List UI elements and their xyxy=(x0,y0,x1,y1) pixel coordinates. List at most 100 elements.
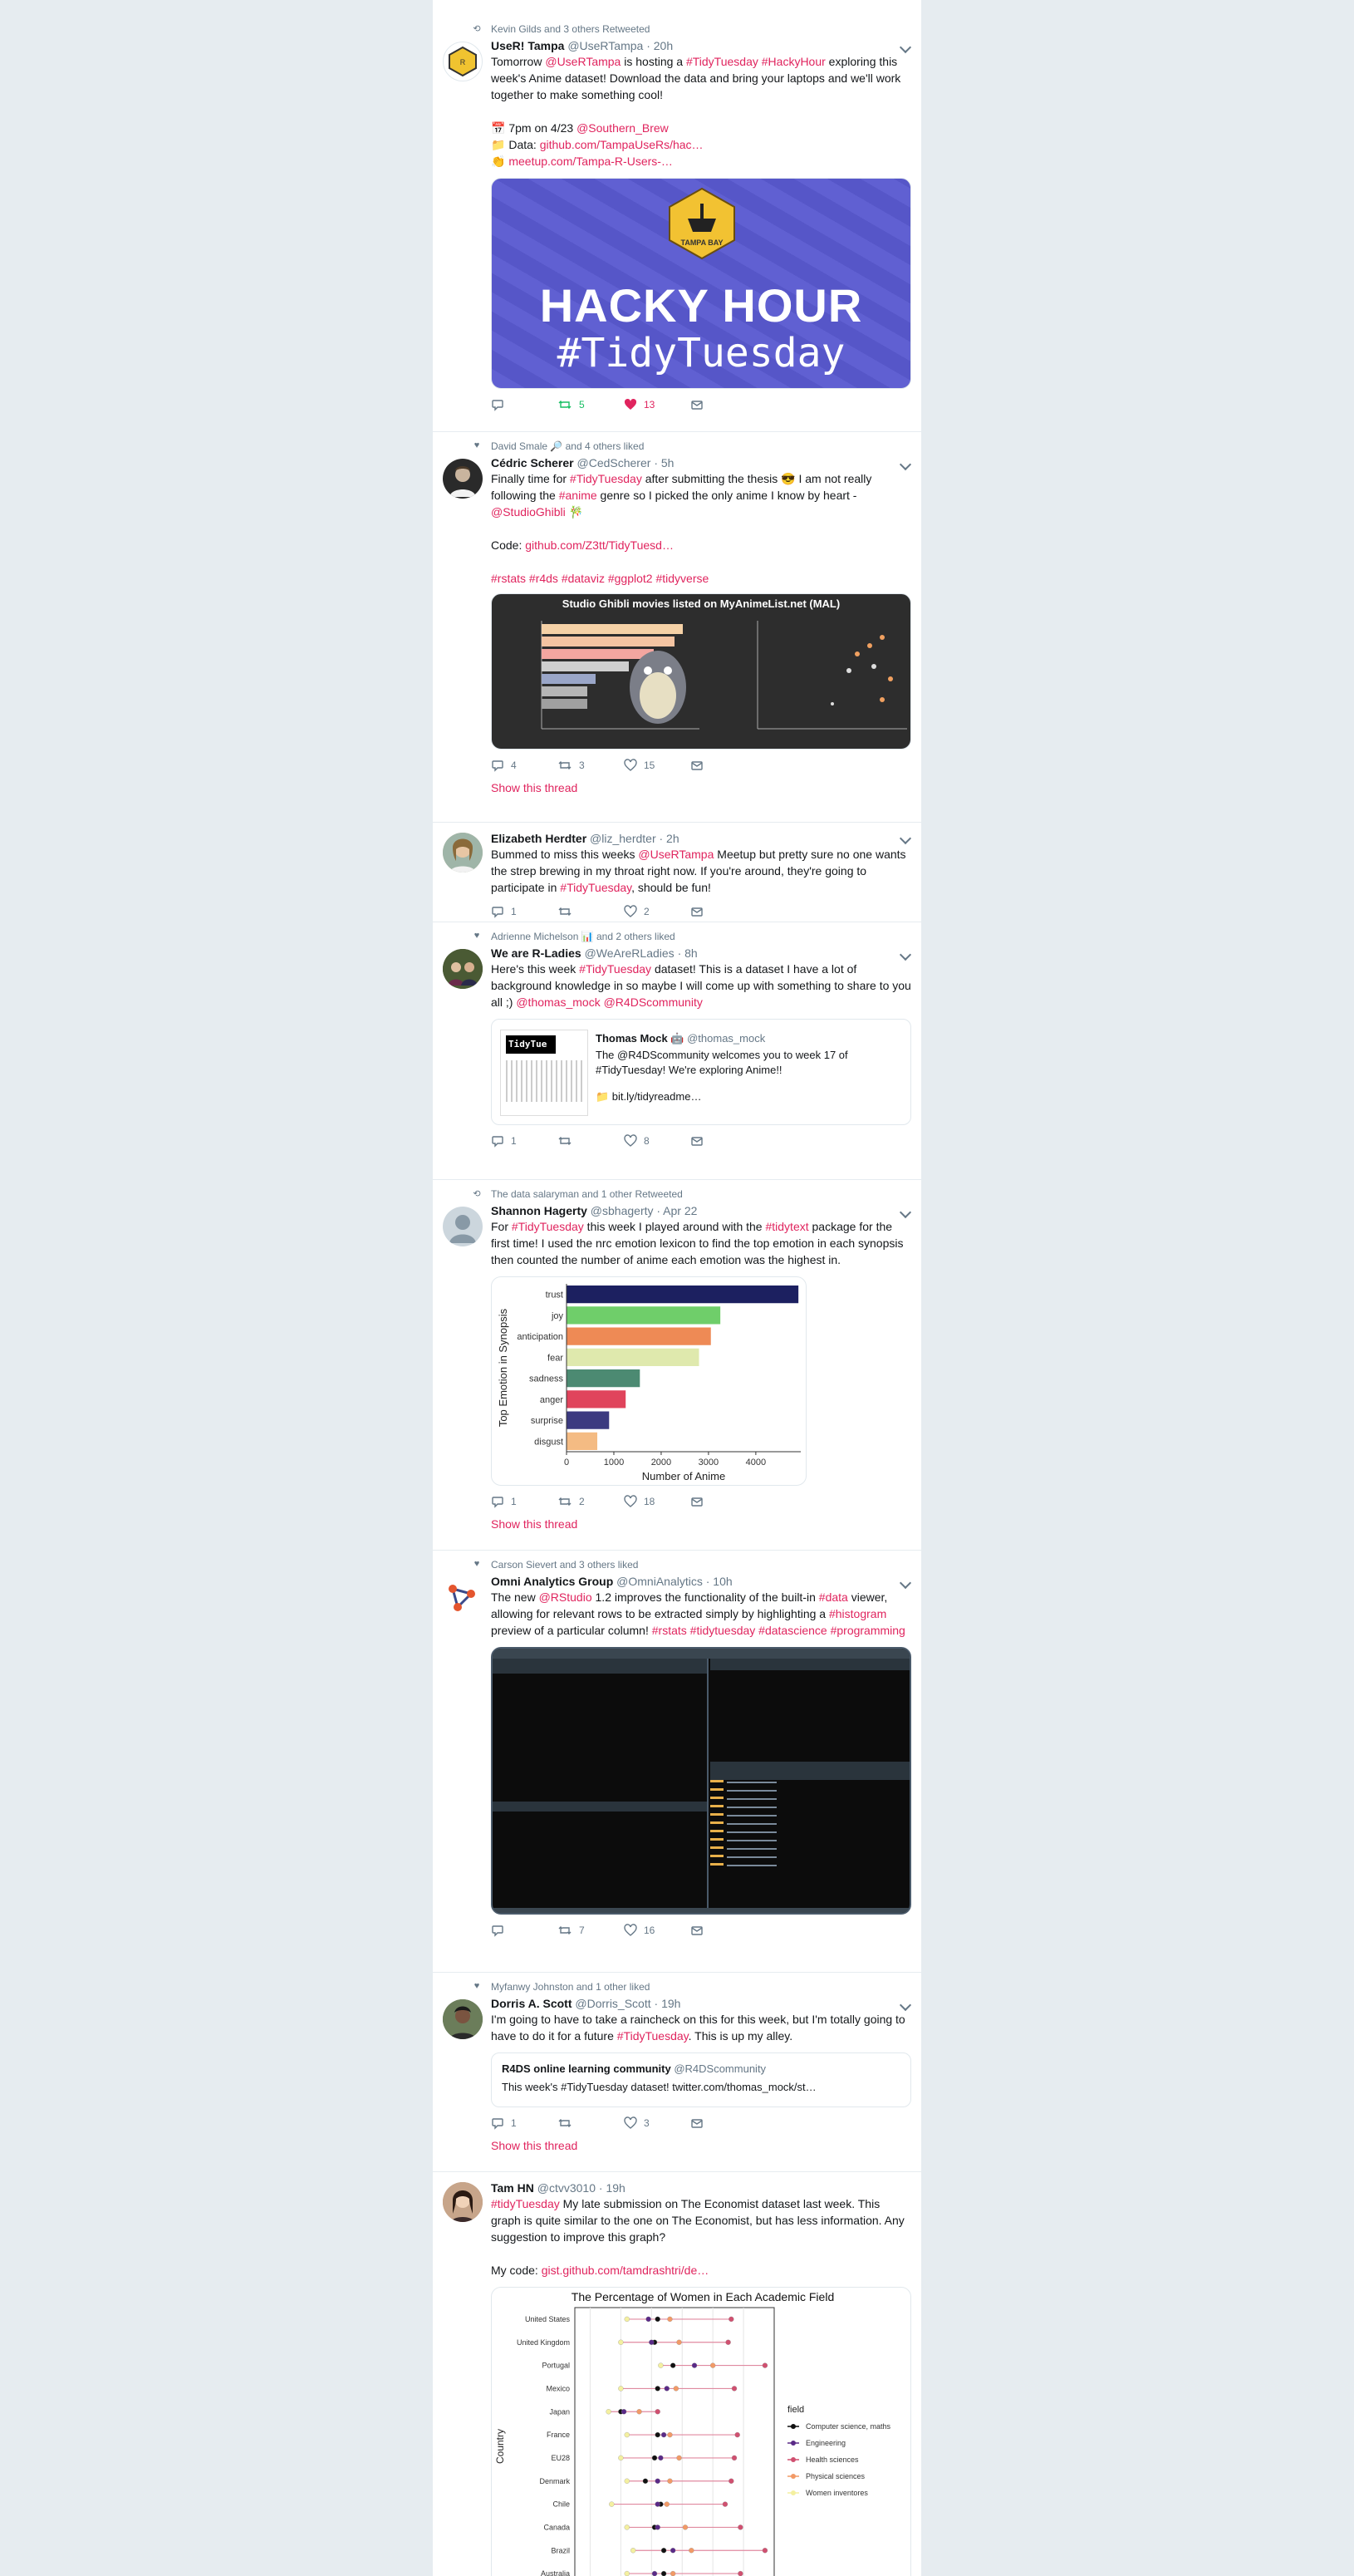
like-button[interactable]: 3 xyxy=(624,2116,690,2130)
like-button[interactable]: 8 xyxy=(624,1134,690,1148)
avatar[interactable] xyxy=(443,833,483,873)
author-name[interactable]: UseR! Tampa xyxy=(491,39,564,52)
tweet-time[interactable]: · 5h xyxy=(654,456,674,469)
like-button[interactable]: 18 xyxy=(624,1495,690,1508)
tweet-link[interactable]: #TidyTuesday xyxy=(686,55,758,68)
like-button[interactable]: 2 xyxy=(624,905,690,918)
avatar[interactable] xyxy=(443,2182,483,2222)
tweet-link[interactable]: #TidyTuesday xyxy=(579,962,651,976)
author-name[interactable]: Shannon Hagerty xyxy=(491,1204,587,1217)
retweet-button[interactable]: 5 xyxy=(557,398,624,411)
author-handle[interactable]: @Dorris_Scott xyxy=(575,1997,650,2010)
author-handle[interactable]: @CedScherer xyxy=(577,456,651,469)
author-name[interactable]: Tam HN xyxy=(491,2181,534,2195)
author-handle[interactable]: @OmniAnalytics xyxy=(616,1575,703,1588)
tweet-link[interactable]: #data xyxy=(819,1590,848,1604)
quote-author[interactable]: Thomas Mock 🤖 xyxy=(596,1032,684,1045)
tweet[interactable]: Elizabeth Herdter @liz_herdter · 2h Bumm… xyxy=(433,823,921,922)
reply-button[interactable]: 1 xyxy=(491,2116,557,2130)
author-name[interactable]: Cédric Scherer xyxy=(491,456,574,469)
tweet-link[interactable]: #HackyHour xyxy=(762,55,826,68)
link[interactable]: @Southern_Brew xyxy=(576,121,669,135)
tweet-link[interactable]: @UseRTampa xyxy=(545,55,621,68)
avatar[interactable] xyxy=(443,949,483,989)
tweet-time[interactable]: · 8h xyxy=(678,946,698,960)
tweet-time[interactable]: · 19h xyxy=(599,2181,625,2195)
share-button[interactable] xyxy=(690,398,757,411)
tweet[interactable]: ♥ Carson Sievert and 3 others liked Omni… xyxy=(433,1551,921,1973)
tweet[interactable]: ♥ Myfanwy Johnston and 1 other liked Dor… xyxy=(433,1973,921,2172)
tweet-link[interactable]: @thomas_mock xyxy=(516,995,600,1009)
author-handle[interactable]: @ctvv3010 xyxy=(537,2181,596,2195)
tweet-link[interactable]: @RStudio xyxy=(539,1590,592,1604)
tweet-time[interactable]: · 2h xyxy=(660,832,679,845)
quoted-tweet[interactable]: R4DS online learning community @R4DScomm… xyxy=(491,2052,911,2107)
share-button[interactable] xyxy=(690,759,757,772)
tweet-time[interactable]: · Apr 22 xyxy=(656,1204,697,1217)
share-button[interactable] xyxy=(690,905,757,918)
reply-button[interactable]: 1 xyxy=(491,1495,557,1508)
code-link[interactable]: gist.github.com/tamdrashtri/de… xyxy=(542,2264,709,2277)
share-button[interactable] xyxy=(690,1924,757,1937)
tweet-link[interactable]: @R4DScommunity xyxy=(604,995,703,1009)
author-handle[interactable]: @liz_herdter xyxy=(590,832,656,845)
author-name[interactable]: Dorris A. Scott xyxy=(491,1997,572,2010)
quote-handle[interactable]: @thomas_mock xyxy=(687,1032,765,1045)
tweet[interactable]: ⟲ Kevin Gilds and 3 others Retweeted R U… xyxy=(433,0,921,432)
tweet[interactable]: ♥ Adrienne Michelson 📊 and 2 others like… xyxy=(433,922,921,1180)
tweet-link[interactable]: #programming xyxy=(831,1624,905,1637)
emotion-chart-card[interactable]: 0 1000 2000 3000 4000 trust joy anticipation fea… xyxy=(491,1276,807,1486)
women-chart-card[interactable]: The Percentage of Women in Each Academic… xyxy=(491,2287,911,2576)
tweet-link[interactable]: #TidyTuesday xyxy=(570,472,642,485)
avatar[interactable] xyxy=(443,1999,483,2039)
avatar[interactable] xyxy=(443,1207,483,1246)
like-button[interactable]: 16 xyxy=(624,1924,690,1937)
show-thread-link[interactable]: Show this thread xyxy=(491,781,911,794)
tweet-time[interactable]: · 10h xyxy=(706,1575,733,1588)
retweet-button[interactable] xyxy=(557,905,624,918)
tweet-link[interactable]: #tidytuesday xyxy=(690,1624,756,1637)
author-name[interactable]: We are R-Ladies xyxy=(491,946,581,960)
like-button[interactable]: 13 xyxy=(624,398,690,411)
tweet[interactable]: ⟲ The data salaryman and 1 other Retweet… xyxy=(433,1180,921,1551)
tweet-link[interactable]: #anime xyxy=(559,489,597,502)
tweet-link[interactable]: #rstats xyxy=(652,1624,687,1637)
tweet-link[interactable]: #histogram xyxy=(829,1607,886,1620)
author-handle[interactable]: @UseRTampa xyxy=(567,39,643,52)
quoted-tweet[interactable]: TidyTue Thomas Mock 🤖 @thomas_mock The @… xyxy=(491,1019,911,1125)
reply-button[interactable]: 1 xyxy=(491,1134,557,1148)
tweet[interactable]: ♥ David Smale 🔎 and 4 others liked Cédri… xyxy=(433,432,921,823)
code-link[interactable]: github.com/Z3tt/TidyTuesd… xyxy=(525,538,674,552)
author-name[interactable]: Omni Analytics Group xyxy=(491,1575,613,1588)
quote-handle[interactable]: @R4DScommunity xyxy=(674,2062,766,2075)
tweet[interactable]: Tam HN @ctvv3010 · 19h #tidyTuesday My l… xyxy=(433,2172,921,2576)
author-handle[interactable]: @WeAreRLadies xyxy=(585,946,675,960)
reply-button[interactable]: 1 xyxy=(491,905,557,918)
avatar[interactable] xyxy=(443,1577,483,1617)
show-thread-link[interactable]: Show this thread xyxy=(491,2139,911,2152)
tweet-link[interactable]: #datascience xyxy=(758,1624,827,1637)
tweet-link[interactable]: @StudioGhibli xyxy=(491,505,566,519)
tweet-link[interactable]: #TidyTuesday xyxy=(560,881,631,894)
quote-author[interactable]: R4DS online learning community xyxy=(502,2062,671,2075)
tweet-image[interactable]: Studio Ghibli movies listed on MyAnimeLi… xyxy=(491,593,911,750)
rstudio-screenshot[interactable] xyxy=(491,1647,911,1915)
tweet-link[interactable]: #tidyTuesday xyxy=(491,2197,560,2210)
tweet-link[interactable]: #TidyTuesday xyxy=(617,2029,689,2043)
retweet-button[interactable] xyxy=(557,1134,624,1148)
link[interactable]: github.com/TampaUseRs/hac… xyxy=(540,138,704,151)
avatar[interactable] xyxy=(443,459,483,499)
hashtag-line[interactable]: #rstats #r4ds #dataviz #ggplot2 #tidyver… xyxy=(491,570,911,587)
share-button[interactable] xyxy=(690,1134,757,1148)
share-button[interactable] xyxy=(690,2116,757,2130)
tweet-time[interactable]: · 20h xyxy=(646,39,673,52)
retweet-button[interactable]: 2 xyxy=(557,1495,624,1508)
retweet-button[interactable]: 7 xyxy=(557,1924,624,1937)
quote-link[interactable]: 📁 bit.ly/tidyreadme… xyxy=(596,1089,900,1104)
author-name[interactable]: Elizabeth Herdter xyxy=(491,832,586,845)
reply-button[interactable]: 4 xyxy=(491,759,557,772)
tweet-time[interactable]: · 19h xyxy=(655,1997,681,2010)
reply-button[interactable] xyxy=(491,1924,557,1937)
tweet-image[interactable]: TAMPA BAY HACKY HOUR #TidyTuesday xyxy=(491,178,911,389)
show-thread-link[interactable]: Show this thread xyxy=(491,1517,911,1531)
